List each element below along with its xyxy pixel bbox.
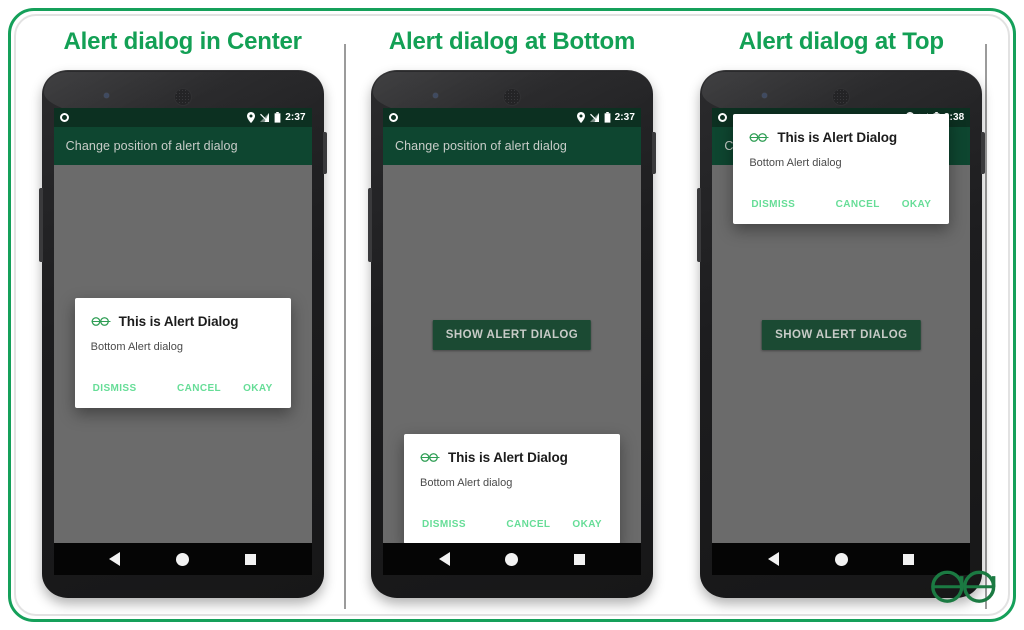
panel-center: Alert dialog in Center 2:37 Change posit… — [18, 18, 347, 612]
panel-title-bottom: Alert dialog at Bottom — [388, 28, 636, 55]
status-bar-clock: 2:37 — [285, 112, 306, 123]
phone-device-bottom: 2:37 Change position of alert dialog SHO… — [367, 70, 656, 598]
dialog-title: This is Alert Dialog — [777, 130, 898, 145]
navigation-bar — [382, 543, 641, 575]
home-icon[interactable] — [834, 552, 848, 566]
panel-top: Alert dialog at Top 2:38 SHOW ALERT DIAL… — [677, 18, 1006, 612]
status-bar-left — [718, 113, 728, 122]
power-button[interactable] — [322, 132, 327, 174]
status-bar-left — [59, 113, 69, 122]
dialog-okay-button[interactable]: OKAY — [900, 195, 934, 214]
dialog-okay-button[interactable]: OKAY — [241, 379, 275, 398]
dialog-cancel-button[interactable]: CANCEL — [504, 515, 552, 534]
status-bar-clock: 2:37 — [614, 112, 635, 123]
location-pin-icon — [576, 112, 585, 123]
recents-icon[interactable] — [903, 553, 915, 565]
panel-title-center: Alert dialog in Center — [63, 28, 302, 55]
dialog-dismiss-button[interactable]: DISMISS — [91, 379, 139, 398]
alert-dialog-bottom: This is Alert Dialog Bottom Alert dialog… — [403, 434, 620, 544]
dialog-actions: DISMISS CANCEL OKAY — [91, 379, 275, 398]
earpiece-speaker-icon — [832, 88, 851, 106]
status-bar: 2:37 — [53, 108, 312, 127]
screen-content: SHOW ALERT DIALOG — [712, 165, 971, 560]
signal-bars-icon — [260, 113, 270, 122]
gfg-logo-icon — [749, 133, 769, 142]
status-bar-left — [388, 113, 398, 122]
volume-rocker-button[interactable] — [38, 188, 43, 262]
app-bar: Change position of alert dialog — [53, 127, 312, 165]
app-bar: Change position of alert dialog — [382, 127, 641, 165]
front-sensor-icon — [103, 93, 109, 98]
status-bar-right: 2:37 — [576, 112, 635, 123]
dialog-title: This is Alert Dialog — [447, 450, 568, 465]
front-sensor-icon — [432, 93, 438, 98]
phone-device-top: 2:38 Change position of alert dialog SHO… — [697, 70, 986, 598]
back-icon[interactable] — [109, 552, 121, 566]
app-bar-title: Change position of alert dialog — [394, 139, 567, 153]
show-alert-dialog-button[interactable]: SHOW ALERT DIALOG — [432, 320, 592, 350]
dialog-okay-button[interactable]: OKAY — [570, 515, 604, 534]
alert-dialog-center: This is Alert Dialog Bottom Alert dialog… — [74, 298, 291, 408]
dialog-header: This is Alert Dialog — [749, 130, 933, 145]
dialog-header: This is Alert Dialog — [420, 450, 604, 465]
gfg-logo-icon — [420, 453, 440, 462]
notification-circle-icon — [718, 113, 728, 122]
gfg-logo-icon — [91, 317, 111, 326]
status-bar: 2:37 — [382, 108, 641, 127]
dialog-header: This is Alert Dialog — [91, 314, 275, 329]
home-icon[interactable] — [505, 552, 519, 566]
power-button[interactable] — [981, 132, 986, 174]
back-icon[interactable] — [438, 552, 450, 566]
volume-rocker-button[interactable] — [367, 188, 372, 262]
screen-content: This is Alert Dialog Bottom Alert dialog… — [53, 165, 312, 560]
dialog-dismiss-button[interactable]: DISMISS — [749, 195, 797, 214]
dialog-message: Bottom Alert dialog — [419, 477, 513, 489]
signal-bars-icon — [589, 113, 599, 122]
panel-title-top: Alert dialog at Top — [738, 28, 944, 55]
earpiece-speaker-icon — [173, 88, 192, 106]
notification-circle-icon — [59, 113, 69, 122]
recents-icon[interactable] — [244, 553, 256, 565]
battery-icon — [604, 112, 610, 123]
dialog-cancel-button[interactable]: CANCEL — [834, 195, 882, 214]
alert-dialog-top: This is Alert Dialog Bottom Alert dialog… — [733, 114, 950, 224]
volume-rocker-button[interactable] — [697, 188, 702, 262]
location-pin-icon — [247, 112, 256, 123]
status-bar-right: 2:37 — [247, 112, 306, 123]
phone-screen: 2:37 Change position of alert dialog SHO… — [382, 108, 641, 560]
screen-content: SHOW ALERT DIALOG This is Alert Dialog B… — [382, 165, 641, 560]
phone-device-center: 2:37 Change position of alert dialog Thi… — [38, 70, 327, 598]
home-icon[interactable] — [176, 552, 190, 566]
power-button[interactable] — [651, 132, 656, 174]
battery-icon — [274, 112, 281, 123]
dialog-cancel-button[interactable]: CANCEL — [175, 379, 223, 398]
dialog-actions: DISMISS CANCEL OKAY — [420, 515, 604, 534]
panel-divider-1 — [344, 44, 346, 609]
phone-screen: 2:37 Change position of alert dialog Thi… — [53, 108, 312, 560]
geeksforgeeks-logo — [931, 570, 996, 603]
dialog-message: Bottom Alert dialog — [90, 341, 183, 353]
navigation-bar — [53, 543, 312, 575]
back-icon[interactable] — [768, 552, 780, 566]
panel-bottom: Alert dialog at Bottom 2:37 Change posit… — [347, 18, 988, 612]
show-alert-dialog-button[interactable]: SHOW ALERT DIALOG — [762, 320, 921, 350]
panels-container: Alert dialog in Center 2:37 Change posit… — [18, 18, 1006, 612]
dialog-actions: DISMISS CANCEL OKAY — [749, 195, 933, 214]
dialog-dismiss-button[interactable]: DISMISS — [420, 515, 468, 534]
earpiece-speaker-icon — [502, 88, 521, 106]
notification-circle-icon — [388, 113, 398, 122]
app-bar-title: Change position of alert dialog — [65, 139, 238, 153]
phone-screen: 2:38 Change position of alert dialog SHO… — [712, 108, 971, 560]
dialog-title: This is Alert Dialog — [118, 314, 239, 329]
recents-icon[interactable] — [574, 553, 586, 565]
dialog-message: Bottom Alert dialog — [749, 157, 842, 169]
front-sensor-icon — [762, 93, 768, 98]
